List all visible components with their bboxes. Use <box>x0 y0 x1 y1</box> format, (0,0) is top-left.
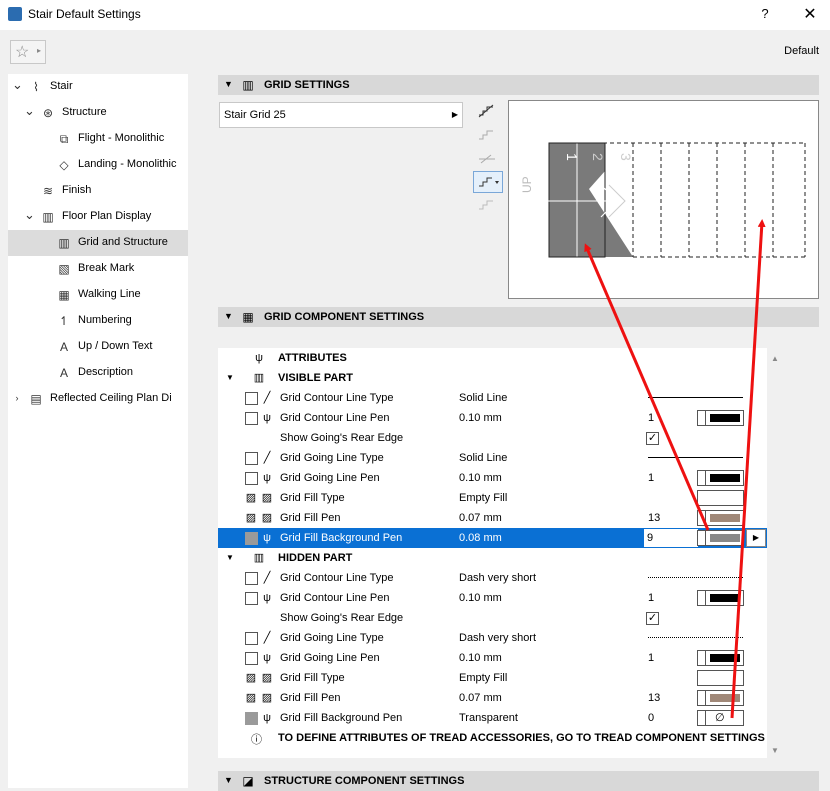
annotation-overlay <box>584 219 766 719</box>
annotation-arrow-1 <box>584 243 710 531</box>
annotation-arrow-2 <box>730 219 766 719</box>
